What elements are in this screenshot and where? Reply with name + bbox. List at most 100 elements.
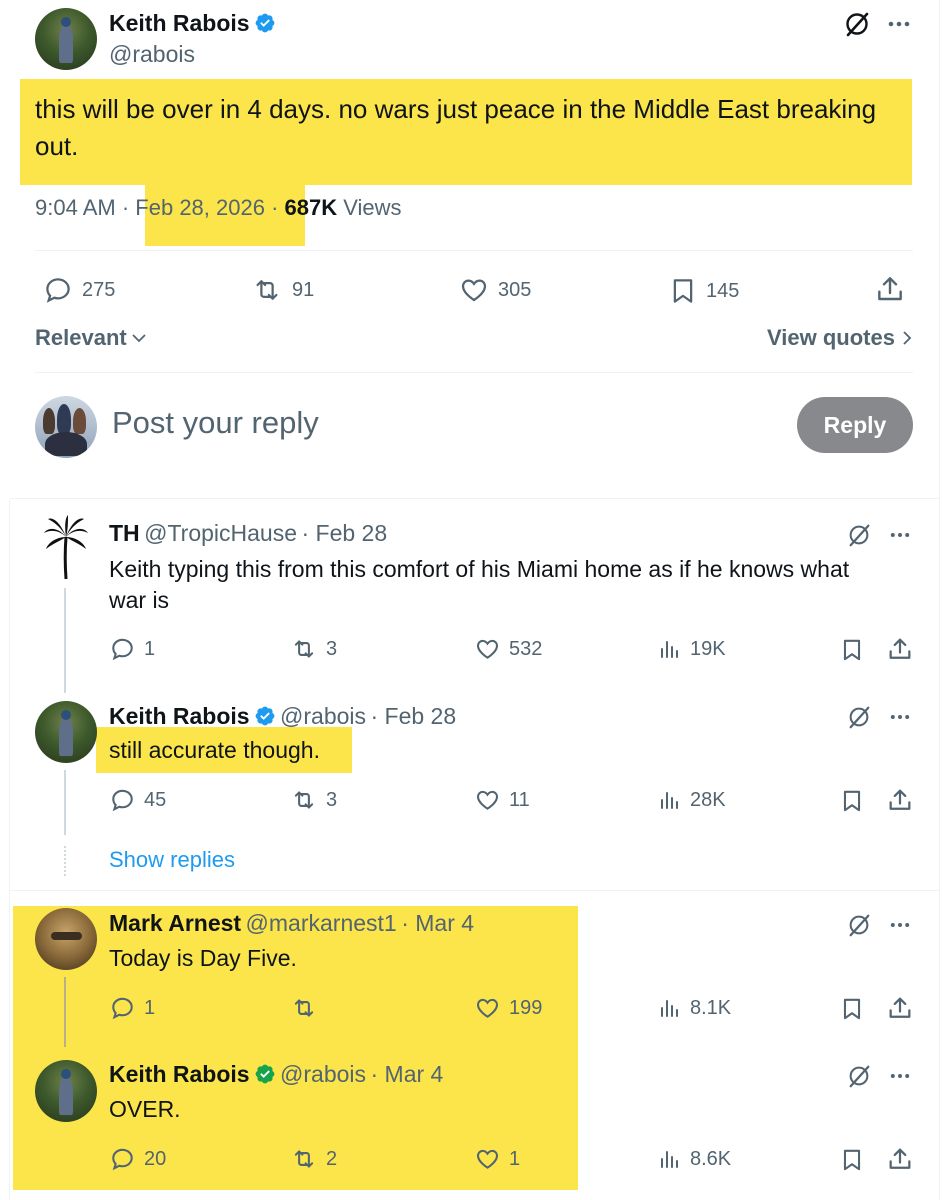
like-button[interactable]: 532	[474, 636, 542, 662]
divider	[10, 890, 940, 891]
reply-author-name[interactable]: TH	[109, 520, 140, 546]
reply-date[interactable]: · Feb 28	[301, 520, 387, 546]
bookmark-icon[interactable]	[839, 1146, 865, 1174]
grok-icon[interactable]	[846, 1063, 872, 1089]
heart-icon	[476, 998, 499, 1018]
bookmark-count: 145	[706, 279, 740, 302]
more-options-icon[interactable]	[886, 14, 912, 34]
grok-icon[interactable]	[843, 10, 871, 38]
reply-text-line-1: Keith typing this from this comfort of h…	[109, 556, 850, 582]
thread-line	[64, 977, 66, 1047]
bookmark-icon[interactable]	[839, 995, 865, 1023]
reply-author-name[interactable]: Mark Arnest	[109, 910, 241, 936]
bookmark-button[interactable]: 145	[668, 275, 739, 307]
reply-author-avatar[interactable]	[35, 908, 97, 970]
tweet-time[interactable]: 9:04 AM	[35, 195, 116, 220]
views-button[interactable]: 8.1K	[658, 995, 731, 1021]
views-button[interactable]: 8.6K	[658, 1146, 731, 1172]
share-icon[interactable]	[886, 786, 914, 814]
reply-submit-button[interactable]: Reply	[797, 397, 913, 453]
reply-button[interactable]: 45	[109, 787, 166, 813]
views-count: 19K	[690, 637, 726, 660]
like-count: 532	[509, 637, 543, 660]
heart-icon	[476, 639, 499, 659]
author-avatar[interactable]	[35, 8, 97, 70]
reply-author-handle[interactable]: @markarnest1	[246, 910, 397, 936]
current-user-avatar[interactable]	[35, 396, 97, 458]
views-button[interactable]: 19K	[658, 636, 726, 662]
reply-date[interactable]: · Feb 28	[370, 703, 456, 729]
reply-button[interactable]: 20	[109, 1146, 166, 1172]
chevron-right-icon	[903, 331, 912, 345]
frame-border-right	[939, 0, 940, 1200]
sort-relevant-dropdown[interactable]: Relevant	[35, 325, 147, 351]
divider	[10, 498, 940, 499]
grok-icon[interactable]	[846, 704, 872, 730]
reply-input[interactable]: Post your reply	[112, 405, 319, 441]
share-icon[interactable]	[886, 635, 914, 663]
reply-icon	[112, 1148, 133, 1171]
views-count: 8.1K	[690, 996, 732, 1019]
reply-date[interactable]: · Mar 4	[401, 910, 474, 936]
retweet-button[interactable]: 91	[250, 275, 314, 305]
like-button[interactable]: 305	[458, 275, 531, 305]
reply-author-name[interactable]: Keith Rabois	[109, 1061, 276, 1087]
palm-tree-avatar[interactable]	[42, 515, 90, 581]
reply-author-handle[interactable]: @rabois	[280, 703, 366, 729]
more-options-icon[interactable]	[888, 708, 912, 726]
author-handle[interactable]: @rabois	[109, 41, 195, 68]
reply-icon	[112, 997, 133, 1020]
sort-label: Relevant	[35, 325, 127, 350]
reply-button[interactable]: 275	[42, 275, 115, 305]
reply-count: 45	[144, 788, 167, 811]
retweet-icon	[256, 280, 278, 300]
view-quotes-link[interactable]: View quotes	[767, 325, 913, 351]
like-button[interactable]: 11	[474, 787, 530, 813]
share-icon[interactable]	[874, 273, 906, 305]
retweet-count: 3	[326, 637, 338, 660]
reply-author-avatar[interactable]	[35, 1060, 97, 1122]
thread-dots	[64, 846, 66, 876]
verified-badge-icon	[255, 706, 274, 726]
bookmark-icon[interactable]	[839, 787, 865, 815]
grok-icon[interactable]	[846, 912, 872, 938]
reply-author-handle[interactable]: @TropicHause	[144, 520, 297, 546]
verified-badge-icon	[255, 1064, 274, 1084]
retweet-button[interactable]: 2	[290, 1146, 337, 1172]
like-count: 305	[498, 278, 532, 301]
retweet-button[interactable]: 3	[290, 636, 337, 662]
more-options-icon[interactable]	[888, 1067, 912, 1085]
reply-date[interactable]: · Mar 4	[370, 1061, 443, 1087]
reply-icon	[112, 789, 133, 812]
like-button[interactable]: 1	[474, 1146, 520, 1172]
heart-icon	[476, 1149, 499, 1169]
author-name[interactable]: Keith Rabois	[109, 10, 276, 37]
more-options-icon[interactable]	[888, 526, 912, 544]
reply-header: TH @TropicHause · Feb 28	[109, 520, 387, 547]
views-chart-icon	[661, 1151, 678, 1168]
reply-count: 20	[144, 1147, 167, 1170]
retweet-button[interactable]: 3	[290, 787, 337, 813]
reply-author-name[interactable]: Keith Rabois	[109, 703, 276, 729]
show-replies-link[interactable]: Show replies	[109, 847, 235, 873]
reply-button[interactable]: 1	[109, 995, 155, 1021]
views-chart-icon	[661, 1000, 678, 1017]
reply-author-handle[interactable]: @rabois	[280, 1061, 366, 1087]
tweet-date[interactable]: Feb 28, 2026	[135, 195, 265, 220]
like-count: 1	[509, 1147, 521, 1170]
share-icon[interactable]	[886, 1145, 914, 1173]
retweet-icon	[294, 999, 314, 1017]
retweet-button[interactable]	[290, 995, 326, 1021]
reply-text: OVER.	[109, 1096, 181, 1122]
view-quotes-label: View quotes	[767, 325, 895, 350]
views-count: 8.6K	[690, 1147, 732, 1170]
reply-author-avatar[interactable]	[35, 701, 97, 763]
share-icon[interactable]	[886, 994, 914, 1022]
bookmark-icon	[673, 279, 693, 303]
more-options-icon[interactable]	[888, 916, 912, 934]
grok-icon[interactable]	[846, 522, 872, 548]
views-button[interactable]: 28K	[658, 787, 726, 813]
reply-button[interactable]: 1	[109, 636, 155, 662]
like-button[interactable]: 199	[474, 995, 542, 1021]
bookmark-icon[interactable]	[839, 636, 865, 664]
